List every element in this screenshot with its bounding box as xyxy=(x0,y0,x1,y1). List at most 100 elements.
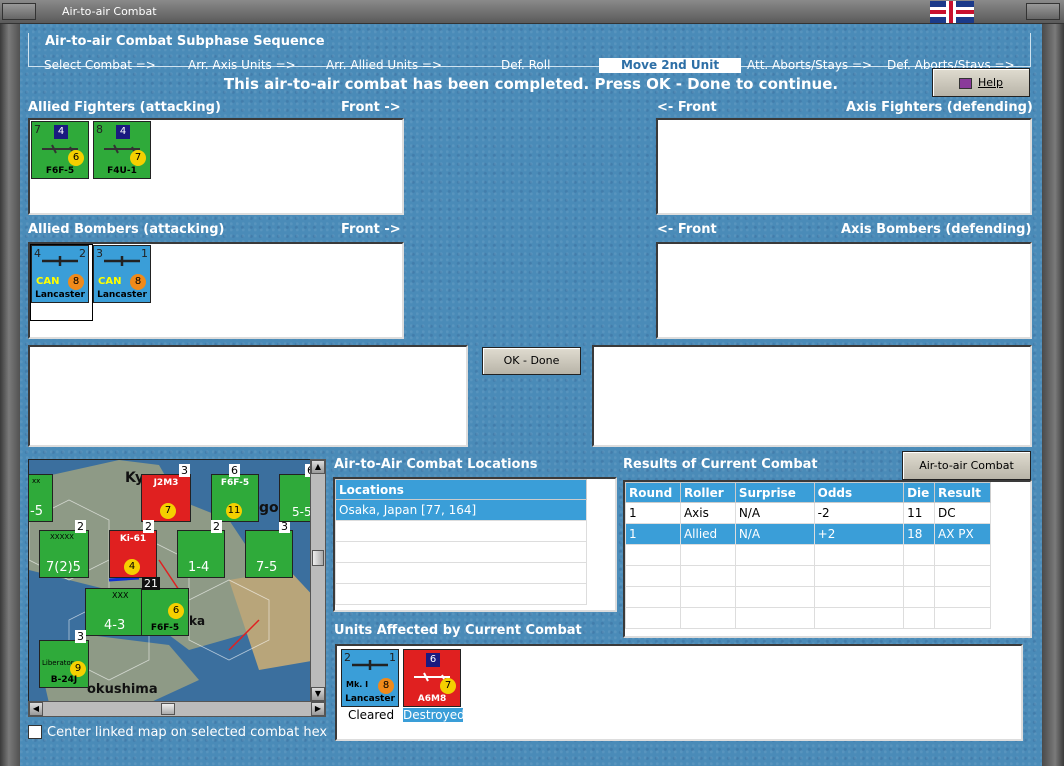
counter-name: -5 xyxy=(30,504,43,519)
uk-flag-icon xyxy=(930,1,974,23)
map-vertical-scrollbar[interactable]: ▲ ▼ xyxy=(310,459,326,702)
cell: 18 xyxy=(903,523,936,545)
map-counter-b24j[interactable]: 3 Liberator 9 B-24J xyxy=(39,630,89,688)
map-counter-army[interactable]: 2 XXXXX 7(2)5 xyxy=(39,520,89,578)
defender-info-box xyxy=(592,345,1032,447)
map-counter-hq[interactable]: 2 1-4 xyxy=(177,520,225,578)
counter-name: B-24J xyxy=(50,675,78,685)
location-row[interactable]: Osaka, Japan [77, 164] xyxy=(335,499,587,521)
unit-status-destroyed: Destroyed xyxy=(403,708,465,722)
counter-name: 1-4 xyxy=(188,560,210,575)
location-row-empty xyxy=(335,562,587,584)
unit-counter-f6f5[interactable]: 7 4 6 F6F-5 xyxy=(31,121,89,179)
counter-sub: xx xyxy=(32,477,41,485)
counter-value: 7 xyxy=(34,123,41,136)
window-frame-right xyxy=(1042,24,1064,766)
counter-value: 3 xyxy=(75,630,86,643)
unit-counter-lancaster[interactable]: 3 1 CAN 8 Lancaster xyxy=(93,245,151,303)
locations-title: Air-to-Air Combat Locations xyxy=(334,457,538,472)
scroll-thumb[interactable] xyxy=(312,550,324,566)
map-counter-ki61[interactable]: 2 Ki-61 4 xyxy=(109,520,157,578)
bomber-plane-icon xyxy=(352,660,388,670)
units-affected-title: Units Affected by Current Combat xyxy=(334,623,582,638)
main-panel: Air-to-air Combat Subphase Sequence Sele… xyxy=(20,24,1042,766)
counter-name: Lancaster xyxy=(97,290,147,300)
map-label: okushima xyxy=(87,682,158,697)
counter-name: 7(2)5 xyxy=(46,560,81,575)
counter-value-right: 1 xyxy=(141,247,148,260)
allied-fighters-front-label: Front -> xyxy=(341,100,401,115)
help-button[interactable]: Help xyxy=(932,68,1030,97)
counter-value: 8 xyxy=(96,123,103,136)
ok-done-button[interactable]: OK - Done xyxy=(482,347,581,375)
step-att-aborts-stays: Att. Aborts/Stays => xyxy=(747,58,873,72)
counter-name: Lancaster xyxy=(345,694,395,704)
location-row-empty xyxy=(335,583,587,605)
locations-header: Locations xyxy=(335,479,587,500)
map-counter-f6f5[interactable]: 21 6 F6F-5 xyxy=(141,577,189,636)
counter-name: 5-5 xyxy=(292,505,312,519)
location-row-empty xyxy=(335,541,587,563)
counter-rating: 7 xyxy=(130,150,146,166)
map-counter-edge-left[interactable]: xx -5 xyxy=(29,474,53,522)
col-roller: Roller xyxy=(679,482,736,503)
counter-sub: XXX xyxy=(112,591,129,600)
bomber-plane-icon xyxy=(104,256,140,266)
counter-name: Ki-61 xyxy=(119,534,147,544)
cell: N/A xyxy=(734,523,815,545)
map-counter-j2m3[interactable]: 3 J2M3 7 xyxy=(141,464,191,522)
scroll-right-icon[interactable]: ▶ xyxy=(311,702,325,716)
counter-value: 3 xyxy=(179,464,190,477)
unit-counter-f4u1[interactable]: 8 4 7 F4U-1 xyxy=(93,121,151,179)
cell: Axis xyxy=(679,502,736,524)
units-affected-box: 2 1 Mk. I 8 Lancaster Cleared 6 7 A6M8 D… xyxy=(335,644,1023,741)
allied-bombers-box: 4 2 CAN 8 Lancaster 3 1 CAN 8 Lancaster xyxy=(28,242,404,339)
counter-sub: Liberator xyxy=(42,659,74,667)
map-counter-infantry[interactable]: 3 7-5 xyxy=(245,520,293,578)
unit-counter-a6m8[interactable]: 6 7 A6M8 xyxy=(403,649,461,707)
window-control-button[interactable] xyxy=(1026,3,1060,20)
air-to-air-combat-chart-button[interactable]: Air-to-air Combat Chart xyxy=(902,451,1031,499)
counter-nation: CAN xyxy=(36,276,60,287)
col-odds: Odds xyxy=(813,482,905,503)
attacker-info-box xyxy=(28,345,468,447)
allied-bombers-label: Allied Bombers (attacking) xyxy=(28,222,225,237)
cell: 1 xyxy=(625,502,681,524)
status-message: This air-to-air combat has been complete… xyxy=(223,75,839,93)
system-menu-button[interactable] xyxy=(2,3,36,20)
scroll-thumb[interactable] xyxy=(161,703,175,715)
result-row[interactable]: 1 Axis N/A -2 11 DC xyxy=(625,502,991,524)
locations-table: Locations Osaka, Japan [77, 164] xyxy=(335,479,587,605)
linked-map[interactable]: Ky go okushima ka 3 J2M3 7 6 F6F-5 11 2 … xyxy=(28,459,316,702)
counter-rating: 4 xyxy=(124,559,140,575)
window-title: Air-to-air Combat xyxy=(62,5,157,18)
counter-rating: 8 xyxy=(68,274,84,290)
counter-rating: 8 xyxy=(130,274,146,290)
results-title: Results of Current Combat xyxy=(623,457,818,472)
center-map-checkbox[interactable] xyxy=(28,725,42,739)
counter-badge: 4 xyxy=(54,125,68,139)
unit-counter-lancaster[interactable]: 4 2 CAN 8 Lancaster xyxy=(31,245,89,303)
map-counter-f6f5-helcat[interactable]: 6 F6F-5 11 xyxy=(211,464,259,522)
counter-value: 2 xyxy=(143,520,154,533)
counter-mark: Mk. I xyxy=(346,680,369,689)
map-horizontal-scrollbar[interactable]: ◀ ▶ xyxy=(28,701,326,717)
col-die: Die xyxy=(903,482,936,503)
scroll-left-icon[interactable]: ◀ xyxy=(29,702,43,716)
unit-counter-lancaster[interactable]: 2 1 Mk. I 8 Lancaster xyxy=(341,649,399,707)
counter-rating: 7 xyxy=(440,678,456,694)
counter-value: 21 xyxy=(142,577,160,590)
counter-value: 2 xyxy=(211,520,222,533)
axis-bombers-front-label: <- Front xyxy=(657,222,717,237)
result-row[interactable]: 1 Allied N/A +2 18 AX PX xyxy=(625,523,991,545)
scroll-down-icon[interactable]: ▼ xyxy=(311,687,325,701)
step-select-combat: Select Combat => xyxy=(44,58,156,72)
map-label: ka xyxy=(189,614,206,628)
counter-rating: 11 xyxy=(226,503,242,519)
scroll-up-icon[interactable]: ▲ xyxy=(311,460,325,474)
allied-fighters-label: Allied Fighters (attacking) xyxy=(28,100,221,115)
counter-value-right: 1 xyxy=(389,651,396,664)
step-arr-allied-units: Arr. Allied Units => xyxy=(326,58,443,72)
map-counter-corps[interactable]: XXX 4-3 xyxy=(85,588,149,636)
axis-fighters-box xyxy=(656,118,1032,215)
